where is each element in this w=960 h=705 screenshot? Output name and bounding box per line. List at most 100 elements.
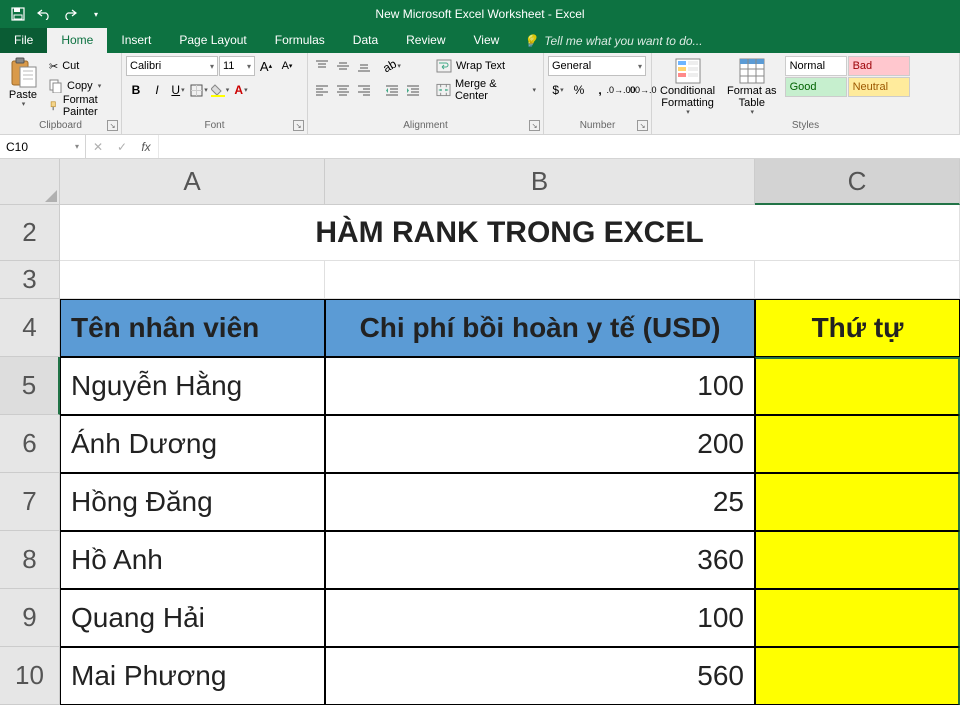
column-header-c[interactable]: C bbox=[755, 159, 960, 205]
row-header-8[interactable]: 8 bbox=[0, 531, 60, 589]
increase-indent-button[interactable] bbox=[403, 80, 423, 100]
formula-input[interactable] bbox=[159, 135, 960, 158]
qat-customize-icon[interactable]: ▾ bbox=[84, 2, 108, 26]
style-good[interactable]: Good bbox=[785, 77, 847, 97]
title-bar: ▾ New Microsoft Excel Worksheet - Excel bbox=[0, 0, 960, 28]
align-left-button[interactable] bbox=[312, 80, 332, 100]
style-neutral[interactable]: Neutral bbox=[848, 77, 910, 97]
tab-formulas[interactable]: Formulas bbox=[261, 28, 339, 53]
cell-header-b[interactable]: Chi phí bồi hoàn y tế (USD) bbox=[325, 299, 755, 357]
cell-c6[interactable] bbox=[755, 415, 960, 473]
conditional-formatting-button[interactable]: Conditional Formatting▾ bbox=[656, 56, 719, 118]
cell-a6[interactable]: Ánh Dương bbox=[60, 415, 325, 473]
bold-button[interactable]: B bbox=[126, 80, 146, 100]
cell-a10[interactable]: Mai Phương bbox=[60, 647, 325, 705]
cell-a5[interactable]: Nguyễn Hằng bbox=[60, 357, 325, 415]
percent-format-button[interactable]: % bbox=[569, 80, 589, 100]
format-as-table-button[interactable]: Format as Table▾ bbox=[723, 56, 781, 118]
cell-b9[interactable]: 100 bbox=[325, 589, 755, 647]
cell-a3[interactable] bbox=[60, 261, 325, 299]
tell-me-search[interactable]: 💡 Tell me what you want to do... bbox=[513, 29, 712, 53]
italic-button[interactable]: I bbox=[147, 80, 167, 100]
cell-b5[interactable]: 100 bbox=[325, 357, 755, 415]
orientation-button[interactable]: ab▾ bbox=[382, 56, 402, 76]
cell-c10[interactable] bbox=[755, 647, 960, 705]
row-header-3[interactable]: 3 bbox=[0, 261, 60, 299]
cell-c3[interactable] bbox=[755, 261, 960, 299]
paste-button[interactable]: Paste ▾ bbox=[4, 56, 42, 110]
format-painter-button[interactable]: Format Painter bbox=[46, 96, 117, 116]
fx-button[interactable]: fx bbox=[134, 140, 158, 154]
row-header-2[interactable]: 2 bbox=[0, 205, 60, 261]
fill-color-button[interactable]: ▾ bbox=[210, 80, 230, 100]
tab-page-layout[interactable]: Page Layout bbox=[165, 28, 260, 53]
cell-header-c[interactable]: Thứ tự bbox=[755, 299, 960, 357]
number-dialog-launcher[interactable]: ↘ bbox=[637, 120, 648, 131]
row-header-5[interactable]: 5 bbox=[0, 357, 60, 415]
cell-b10[interactable]: 560 bbox=[325, 647, 755, 705]
cell-c5[interactable] bbox=[755, 357, 960, 415]
font-name-combo[interactable]: Calibri▾ bbox=[126, 56, 218, 76]
font-size-combo[interactable]: 11▾ bbox=[219, 56, 255, 76]
column-header-b[interactable]: B bbox=[325, 159, 755, 205]
tab-home[interactable]: Home bbox=[47, 28, 107, 53]
row-header-10[interactable]: 10 bbox=[0, 647, 60, 705]
cell-b3[interactable] bbox=[325, 261, 755, 299]
cell-b6[interactable]: 200 bbox=[325, 415, 755, 473]
row-header-7[interactable]: 7 bbox=[0, 473, 60, 531]
cell-c8[interactable] bbox=[755, 531, 960, 589]
chevron-down-icon: ▾ bbox=[204, 86, 208, 94]
cell-a9[interactable]: Quang Hải bbox=[60, 589, 325, 647]
decrease-indent-button[interactable] bbox=[382, 80, 402, 100]
align-right-button[interactable] bbox=[354, 80, 374, 100]
row-header-9[interactable]: 9 bbox=[0, 589, 60, 647]
enter-formula-button[interactable]: ✓ bbox=[110, 140, 134, 154]
cell-title[interactable]: HÀM RANK TRONG EXCEL bbox=[60, 205, 960, 261]
align-center-button[interactable] bbox=[333, 80, 353, 100]
name-box[interactable]: C10▾ bbox=[0, 135, 86, 158]
clipboard-dialog-launcher[interactable]: ↘ bbox=[107, 120, 118, 131]
alignment-dialog-launcher[interactable]: ↘ bbox=[529, 120, 540, 131]
cut-button[interactable]: ✂Cut bbox=[46, 56, 117, 76]
cell-c9[interactable] bbox=[755, 589, 960, 647]
accounting-format-button[interactable]: $▾ bbox=[548, 80, 568, 100]
save-icon[interactable] bbox=[6, 2, 30, 26]
align-middle-button[interactable] bbox=[333, 56, 353, 76]
row-header-4[interactable]: 4 bbox=[0, 299, 60, 357]
group-clipboard: Paste ▾ ✂Cut Copy▾ Format Painter Clipbo… bbox=[0, 53, 122, 134]
tab-data[interactable]: Data bbox=[339, 28, 392, 53]
ribbon-tabs: File Home Insert Page Layout Formulas Da… bbox=[0, 28, 960, 53]
tab-file[interactable]: File bbox=[0, 28, 47, 53]
redo-icon[interactable] bbox=[58, 2, 82, 26]
align-top-button[interactable] bbox=[312, 56, 332, 76]
style-normal[interactable]: Normal bbox=[785, 56, 847, 76]
number-format-combo[interactable]: General▾ bbox=[548, 56, 646, 76]
font-dialog-launcher[interactable]: ↘ bbox=[293, 120, 304, 131]
select-all-corner[interactable] bbox=[0, 159, 60, 205]
tab-view[interactable]: View bbox=[460, 28, 514, 53]
wrap-text-button[interactable]: Wrap Text bbox=[433, 56, 539, 76]
copy-button[interactable]: Copy▾ bbox=[46, 76, 117, 96]
cell-b8[interactable]: 360 bbox=[325, 531, 755, 589]
cell-b7[interactable]: 25 bbox=[325, 473, 755, 531]
tab-insert[interactable]: Insert bbox=[107, 28, 165, 53]
align-bottom-button[interactable] bbox=[354, 56, 374, 76]
row-header-6[interactable]: 6 bbox=[0, 415, 60, 473]
increase-font-button[interactable]: A▴ bbox=[256, 56, 276, 76]
merge-center-button[interactable]: Merge & Center▾ bbox=[433, 80, 539, 100]
font-color-button[interactable]: A▾ bbox=[231, 80, 251, 100]
column-header-a[interactable]: A bbox=[60, 159, 325, 205]
tab-review[interactable]: Review bbox=[392, 28, 459, 53]
style-bad[interactable]: Bad bbox=[848, 56, 910, 76]
decrease-decimal-button[interactable]: .00→.0 bbox=[632, 80, 652, 100]
underline-button[interactable]: U▾ bbox=[168, 80, 188, 100]
border-button[interactable]: ▾ bbox=[189, 80, 209, 100]
cell-c7[interactable] bbox=[755, 473, 960, 531]
cell-header-a[interactable]: Tên nhân viên bbox=[60, 299, 325, 357]
cell-a7[interactable]: Hồng Đăng bbox=[60, 473, 325, 531]
cell-a8[interactable]: Hồ Anh bbox=[60, 531, 325, 589]
decrease-font-button[interactable]: A▾ bbox=[277, 56, 297, 76]
undo-icon[interactable] bbox=[32, 2, 56, 26]
chevron-down-icon: ▾ bbox=[751, 109, 755, 117]
cancel-formula-button[interactable]: ✕ bbox=[86, 140, 110, 154]
